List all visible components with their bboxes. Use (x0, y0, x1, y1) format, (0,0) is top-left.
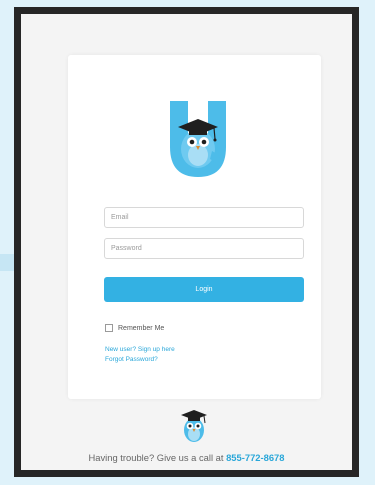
login-page-frame: Email Password Login Remember Me New use… (14, 7, 359, 477)
signup-link[interactable]: New user? Sign up here (105, 346, 175, 353)
password-field[interactable]: Password (104, 238, 304, 259)
login-button[interactable]: Login (104, 277, 304, 302)
login-card: Email Password Login Remember Me New use… (68, 55, 321, 399)
email-field[interactable]: Email (104, 207, 304, 228)
backdrop-stripe (0, 254, 14, 271)
owl-graduate-mascot-icon (181, 410, 207, 442)
email-placeholder: Email (111, 214, 129, 221)
forgot-password-link[interactable]: Forgot Password? (105, 356, 158, 363)
remember-me-checkbox[interactable] (105, 324, 113, 332)
owl-graduate-u-logo-icon (170, 101, 226, 177)
remember-me-label: Remember Me (118, 324, 165, 332)
help-footer: Having trouble? Give us a call at 855-77… (21, 452, 352, 463)
password-placeholder: Password (111, 245, 142, 252)
remember-me-row[interactable]: Remember Me (105, 324, 164, 332)
support-phone-link[interactable]: 855-772-8678 (226, 452, 284, 463)
help-text: Having trouble? Give us a call at (88, 452, 224, 463)
